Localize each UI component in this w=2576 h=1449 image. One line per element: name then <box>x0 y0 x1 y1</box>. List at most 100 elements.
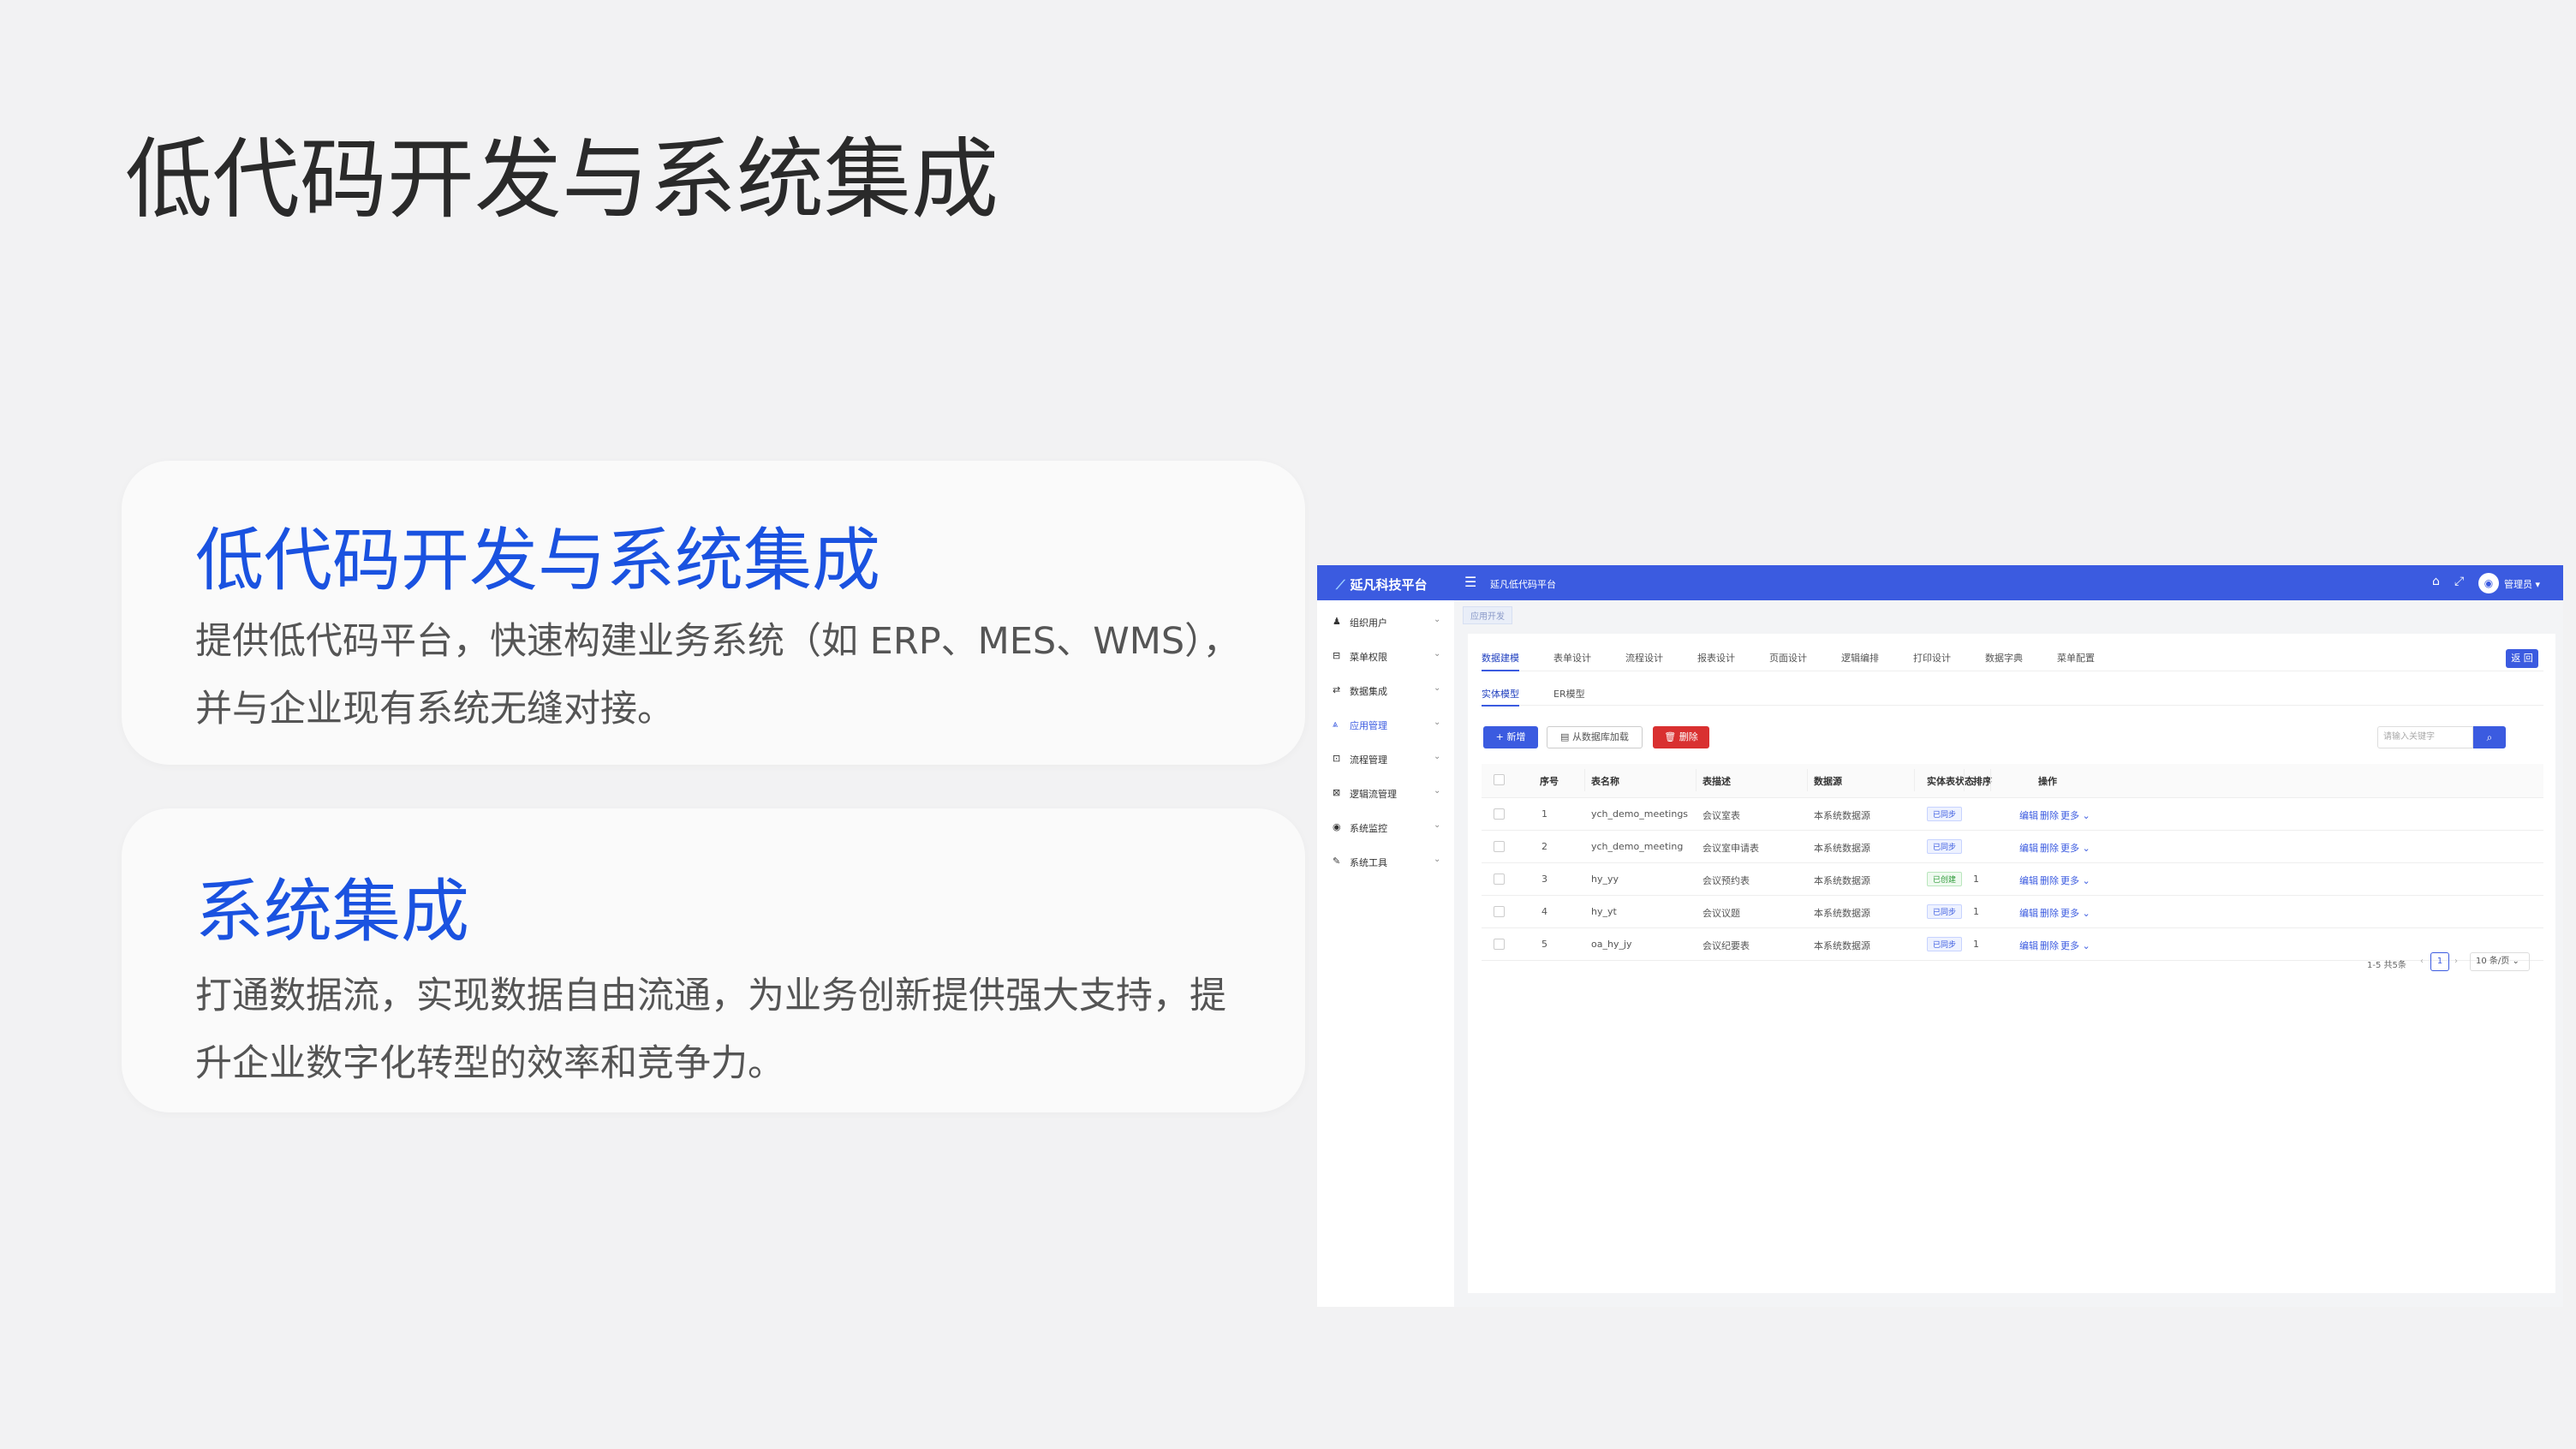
table-header-row: 序号 表名称 表描述 数据源 实体表状态 排序 操作 <box>1482 764 2543 798</box>
row-checkbox[interactable] <box>1494 939 1505 950</box>
home-icon[interactable]: ⌂ <box>2432 575 2440 588</box>
delete-button[interactable]: 🗑 删除 <box>1653 726 1709 748</box>
trash-icon: 🗑 <box>1664 731 1679 742</box>
chevron-down-icon: ⌄ <box>1434 683 1441 693</box>
app-logo[interactable]: ⟋ 延凡科技平台 <box>1336 575 1428 593</box>
card-title: 系统集成 <box>195 872 469 951</box>
sidebar-item-flow[interactable]: ⊡ 流程管理 ⌄ <box>1317 748 1454 770</box>
search-input[interactable]: 请输入关键字 <box>2377 726 2473 748</box>
pager-page-button[interactable]: 1 <box>2430 952 2449 971</box>
add-button[interactable]: + 新增 <box>1483 726 1538 748</box>
edit-link[interactable]: 编辑 <box>2019 939 2038 952</box>
chevron-down-icon: ⌄ <box>1434 718 1441 727</box>
tab-report-design[interactable]: 报表设计 <box>1697 651 1735 670</box>
pager-prev-icon[interactable]: ‹ <box>2420 957 2424 966</box>
row-table-name: ych_demo_meetings <box>1591 808 1689 820</box>
slide-title: 低代码开发与系统集成 <box>125 129 999 231</box>
app-header: ⟋ 延凡科技平台 ☰ 延凡低代码平台 ⌂ ⤢ ◉ 管理员 ▾ <box>1317 565 2563 600</box>
row-datasource: 本系统数据源 <box>1814 843 1870 854</box>
delete-link[interactable]: 删除 <box>2040 874 2059 887</box>
pager-summary: 1-5 共5条 <box>2367 961 2406 970</box>
subtab-bar: 实体模型 ER模型 <box>1482 687 2543 707</box>
sidebar-item-label: 应用管理 <box>1350 720 1387 731</box>
sidebar-item-permissions[interactable]: ⊟ 菜单权限 ⌄ <box>1317 645 1454 667</box>
tab-logic[interactable]: 逻辑编排 <box>1841 651 1879 670</box>
edit-link[interactable]: 编辑 <box>2019 841 2038 855</box>
menu-toggle-icon[interactable]: ☰ <box>1464 574 1476 590</box>
tab-print-design[interactable]: 打印设计 <box>1913 651 1951 670</box>
fullscreen-icon[interactable]: ⤢ <box>2454 575 2464 588</box>
tab-flow-design[interactable]: 流程设计 <box>1625 651 1663 670</box>
row-no: 4 <box>1541 906 1547 917</box>
more-link[interactable]: 更多 ⌄ <box>2060 939 2090 952</box>
users-icon: ♟ <box>1333 616 1341 627</box>
feature-card-integration: 系统集成 打通数据流，实现数据自由流通，为业务创新提供强大支持，提升企业数字化转… <box>122 808 1305 1112</box>
tab-data-modeling[interactable]: 数据建模 <box>1482 651 1519 671</box>
user-menu[interactable]: 管理员 ▾ <box>2504 577 2540 591</box>
chevron-down-icon: ⌄ <box>1434 752 1441 761</box>
tab-form-design[interactable]: 表单设计 <box>1553 651 1591 670</box>
table-row[interactable]: 4 hy_yt 会议议题 本系统数据源 已同步 1 编辑 删除 更多 ⌄ <box>1482 896 2543 928</box>
sidebar-item-data-integration[interactable]: ⇄ 数据集成 ⌄ <box>1317 679 1454 701</box>
delete-link[interactable]: 删除 <box>2040 939 2059 952</box>
status-badge: 已创建 <box>1927 872 1963 886</box>
chevron-down-icon: ⌄ <box>1434 855 1441 864</box>
row-description: 会议室表 <box>1702 810 1740 821</box>
brand-name: 延凡科技平台 <box>1350 577 1428 593</box>
sidebar-item-label: 逻辑流管理 <box>1350 789 1397 800</box>
chevron-down-icon: ⌄ <box>1434 649 1441 659</box>
table-row[interactable]: 3 hy_yy 会议预约表 本系统数据源 已创建 1 编辑 删除 更多 ⌄ <box>1482 863 2543 896</box>
card-body: 提供低代码平台，快速构建业务系统（如 ERP、MES、WMS），并与企业现有系统… <box>195 620 1240 730</box>
sidebar-item-monitoring[interactable]: ◉ 系统监控 ⌄ <box>1317 816 1454 838</box>
more-link[interactable]: 更多 ⌄ <box>2060 906 2090 920</box>
table-row[interactable]: 5 oa_hy_jy 会议纪要表 本系统数据源 已同步 1 编辑 删除 更多 ⌄ <box>1482 928 2543 961</box>
row-datasource: 本系统数据源 <box>1814 908 1870 919</box>
more-link[interactable]: 更多 ⌄ <box>2060 874 2090 887</box>
sidebar-item-users[interactable]: ♟ 组织用户 ⌄ <box>1317 611 1454 633</box>
row-sort: 1 <box>1973 906 1979 917</box>
table-row[interactable]: 1 ych_demo_meetings 会议室表 本系统数据源 已同步 编辑 删除 更多 ⌄ <box>1482 798 2543 831</box>
chevron-down-icon: ⌄ <box>1434 615 1441 624</box>
row-checkbox[interactable] <box>1494 874 1505 885</box>
load-label: 从数据库加载 <box>1571 731 1629 742</box>
row-checkbox[interactable] <box>1494 906 1505 917</box>
load-from-db-button[interactable]: ▤ 从数据库加载 <box>1547 726 1643 748</box>
wrench-icon: ✎ <box>1333 856 1341 867</box>
table-row[interactable]: 2 ych_demo_meeting 会议室申请表 本系统数据源 已同步 编辑 删除 更多 ⌄ <box>1482 831 2543 863</box>
row-checkbox[interactable] <box>1494 841 1505 852</box>
row-checkbox[interactable] <box>1494 808 1505 820</box>
db-icon: ▤ <box>1560 731 1572 742</box>
sidebar-item-app-management[interactable]: ⩓ 应用管理 ⌄ <box>1317 713 1454 736</box>
page-size-select[interactable]: 10 条/页 ⌄ <box>2470 952 2530 971</box>
row-description: 会议室申请表 <box>1702 843 1759 854</box>
col-header: 排序 <box>1973 776 1992 787</box>
edit-link[interactable]: 编辑 <box>2019 808 2038 822</box>
edit-link[interactable]: 编辑 <box>2019 906 2038 920</box>
col-header: 操作 <box>2038 776 2057 787</box>
tab-page-design[interactable]: 页面设计 <box>1769 651 1807 670</box>
sidebar-item-tools[interactable]: ✎ 系统工具 ⌄ <box>1317 850 1454 873</box>
delete-link[interactable]: 删除 <box>2040 906 2059 920</box>
card-body: 打通数据流，实现数据自由流通，为业务创新提供强大支持，提升企业数字化转型的效率和… <box>195 975 1226 1085</box>
subtab-er-model[interactable]: ER模型 <box>1553 687 1585 705</box>
avatar[interactable]: ◉ <box>2478 573 2499 593</box>
return-button[interactable]: 返 回 <box>2506 649 2538 668</box>
more-link[interactable]: 更多 ⌄ <box>2060 841 2090 855</box>
subtab-entity-model[interactable]: 实体模型 <box>1482 687 1519 707</box>
row-description: 会议预约表 <box>1702 875 1750 886</box>
edit-link[interactable]: 编辑 <box>2019 874 2038 887</box>
delete-link[interactable]: 删除 <box>2040 808 2059 822</box>
lock-icon: ⊟ <box>1333 650 1341 661</box>
select-all-checkbox[interactable] <box>1494 774 1505 785</box>
delete-link[interactable]: 删除 <box>2040 841 2059 855</box>
sidebar-item-logic-flow[interactable]: ⊠ 逻辑流管理 ⌄ <box>1317 782 1454 804</box>
tab-dictionary[interactable]: 数据字典 <box>1985 651 2023 670</box>
more-link[interactable]: 更多 ⌄ <box>2060 808 2090 822</box>
row-no: 2 <box>1541 841 1547 852</box>
card-title: 低代码开发与系统集成 <box>195 521 880 600</box>
breadcrumb[interactable]: 应用开发 <box>1463 606 1512 624</box>
pager-next-icon[interactable]: › <box>2454 957 2458 966</box>
eye-icon: ◉ <box>1333 821 1341 832</box>
tab-menu-config[interactable]: 菜单配置 <box>2057 651 2095 670</box>
search-button[interactable]: ⌕ <box>2473 726 2506 748</box>
